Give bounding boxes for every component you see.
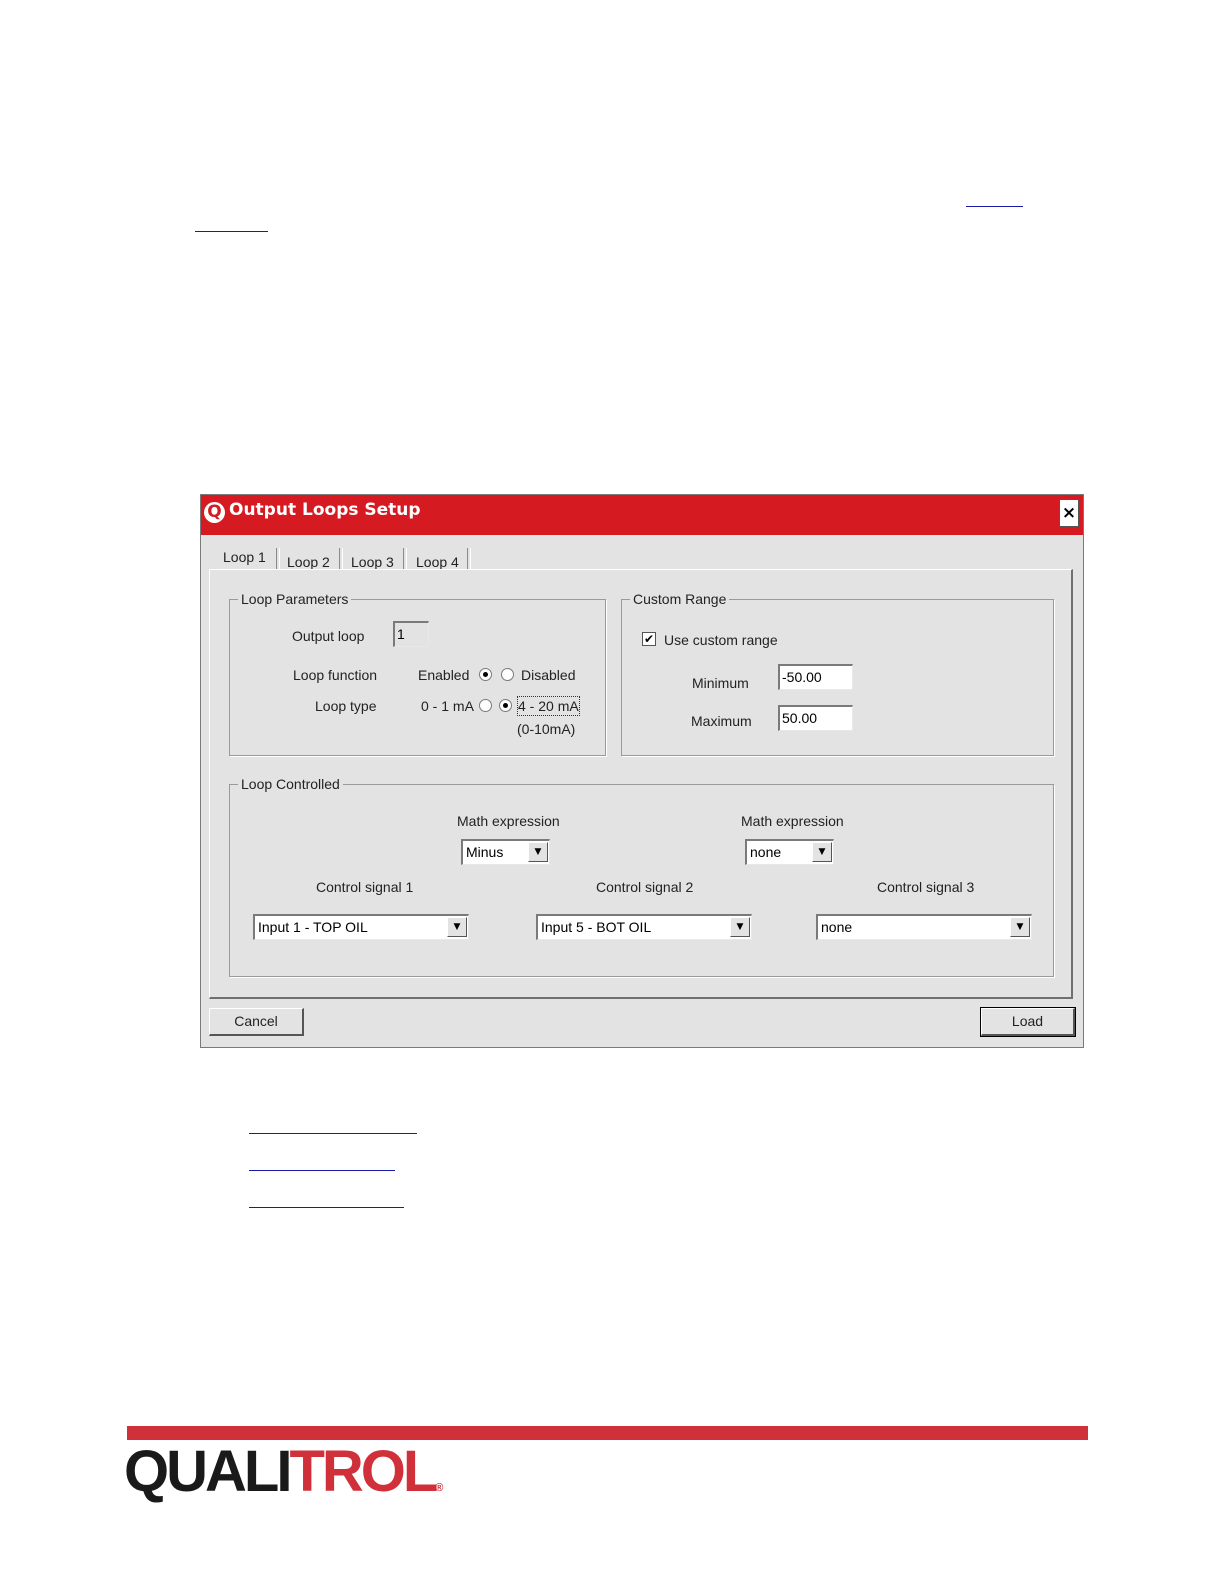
output-loop-label: Output loop [292,628,365,644]
control-signal-3-value: none [821,919,853,935]
control-signal-1-value: Input 1 - TOP OIL [258,919,368,935]
math-expression-1-value: Minus [466,844,504,860]
group-legend: Loop Parameters [238,590,352,608]
group-legend: Custom Range [630,590,730,608]
app-logo-icon: Q [204,502,225,523]
link-underline[interactable] [195,231,268,232]
title-bar[interactable]: Q Output Loops Setup × [201,495,1083,535]
math-expression-2-value: none [750,844,782,860]
output-loop-field: 1 [393,621,429,647]
control-signal-1-label: Control signal 1 [316,879,414,895]
group-legend: Loop Controlled [238,775,343,793]
control-signal-2-label: Control signal 2 [596,879,694,895]
type-4-20-label: 4 - 20 mA [517,696,580,716]
type-0-1-radio[interactable] [479,699,492,712]
link-underline[interactable] [249,1170,395,1171]
tab-loop-1[interactable]: Loop 1 [215,547,274,567]
type-4-20-note: (0-10mA) [517,721,576,737]
link-underline[interactable] [249,1207,404,1208]
chevron-down-icon[interactable]: ▼ [730,917,750,937]
use-custom-range-checkbox[interactable]: ✔ [642,632,656,646]
chevron-down-icon[interactable]: ▼ [812,842,832,862]
enabled-radio[interactable] [479,668,492,681]
math-expression-2-select[interactable]: none ▼ [745,839,834,865]
loop-type-label: Loop type [315,698,377,714]
control-signal-2-value: Input 5 - BOT OIL [541,919,652,935]
window-title: Output Loops Setup [229,500,421,520]
cancel-button[interactable]: Cancel [209,1008,304,1036]
math-expression-1-label: Math expression [457,813,560,829]
link-underline[interactable] [249,1133,417,1134]
disabled-label: Disabled [521,667,576,683]
disabled-radio[interactable] [501,668,514,681]
control-signal-1-select[interactable]: Input 1 - TOP OIL ▼ [253,914,469,940]
maximum-label: Maximum [691,713,752,729]
math-expression-2-label: Math expression [741,813,844,829]
footer-bar [127,1426,1088,1440]
loop-function-label: Loop function [293,667,378,683]
math-expression-1-select[interactable]: Minus ▼ [461,839,550,865]
logo-text-red: TROL [289,1439,438,1504]
chevron-down-icon[interactable]: ▼ [1010,917,1030,937]
maximum-input[interactable]: 50.00 [778,705,853,731]
registered-mark: ® [435,1482,444,1494]
control-signal-3-label: Control signal 3 [877,879,975,895]
control-signal-3-select[interactable]: none ▼ [816,914,1032,940]
tab-separator [403,548,407,570]
logo-text-dark: QUALI [124,1439,292,1504]
control-signal-2-select[interactable]: Input 5 - BOT OIL ▼ [536,914,752,940]
use-custom-range-label: Use custom range [664,632,778,648]
link-underline[interactable] [966,206,1023,207]
chevron-down-icon[interactable]: ▼ [447,917,467,937]
type-4-20-radio[interactable] [499,699,512,712]
minimum-input[interactable]: -50.00 [778,664,853,690]
close-button[interactable]: × [1059,499,1079,527]
type-0-1-label: 0 - 1 mA [421,698,474,714]
tab-separator [467,548,471,570]
qualitrol-logo: QUALITROL® [124,1442,443,1518]
minimum-label: Minimum [692,675,749,691]
chevron-down-icon[interactable]: ▼ [528,842,548,862]
load-button[interactable]: Load [980,1007,1076,1037]
enabled-label: Enabled [418,667,470,683]
